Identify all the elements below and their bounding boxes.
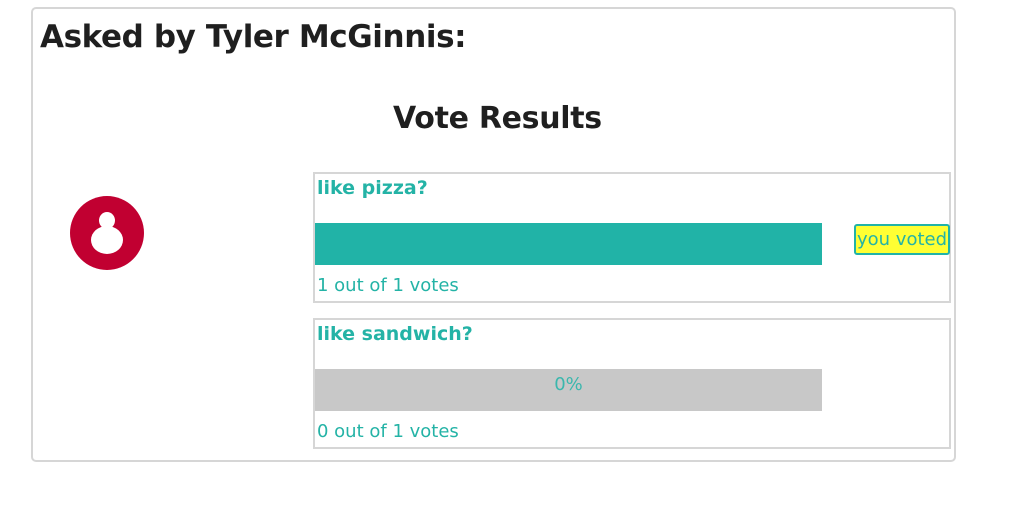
option-text: like sandwich?	[317, 323, 473, 345]
progress-percent-label	[315, 223, 822, 265]
you-voted-badge: you voted	[854, 224, 951, 255]
option-result-sandwich: like sandwich? 0% 0 out of 1 votes	[313, 318, 951, 449]
user-avatar	[70, 196, 144, 270]
progress-percent-label: 0%	[554, 374, 583, 395]
poll-card: Asked by Tyler McGinnis: Vote Results li…	[31, 7, 956, 462]
vote-count-text: 1 out of 1 votes	[317, 275, 459, 296]
vote-results-title: Vote Results	[393, 101, 602, 136]
progress-track: 0%	[315, 369, 822, 411]
vote-count-text: 0 out of 1 votes	[317, 421, 459, 442]
progress-track	[315, 223, 822, 265]
option-text: like pizza?	[317, 177, 428, 199]
option-result-pizza: like pizza? you voted 1 out of 1 votes	[313, 172, 951, 303]
avatar-body-shape	[91, 226, 123, 254]
asked-by-heading: Asked by Tyler McGinnis:	[40, 19, 467, 55]
